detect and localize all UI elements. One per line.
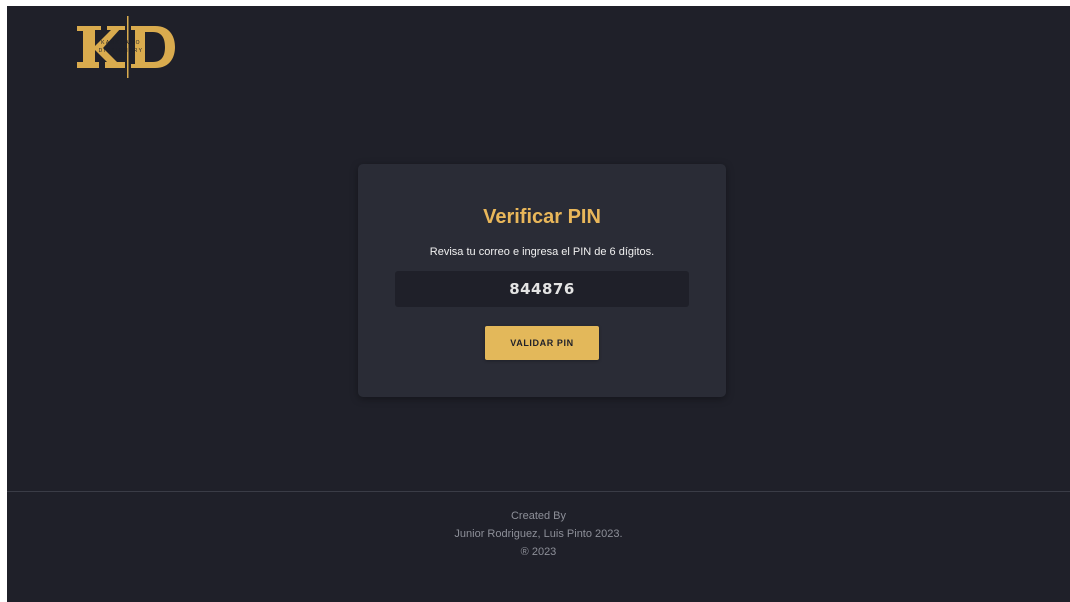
validate-pin-button[interactable]: VALIDAR PIN xyxy=(485,326,599,360)
footer-copyright: ® 2023 xyxy=(520,546,557,558)
pin-input[interactable] xyxy=(395,271,689,307)
logo-line-2: DICTIONARY xyxy=(99,48,144,54)
logo-line-1: KANKUAMO xyxy=(101,40,141,46)
app-frame: KANKUAMO DICTIONARY Verificar PIN Revisa… xyxy=(7,6,1070,602)
footer-created-by: Created By xyxy=(510,510,567,522)
page-title: Verificar PIN xyxy=(483,206,601,228)
footer-authors: Junior Rodriguez, Luis Pinto 2023. xyxy=(454,528,623,540)
verify-pin-card: Verificar PIN Revisa tu correo e ingresa… xyxy=(358,164,726,397)
kd-logo-icon[interactable]: KANKUAMO DICTIONARY xyxy=(75,16,175,78)
footer: Created By Junior Rodriguez, Luis Pinto … xyxy=(7,492,1070,602)
instruction-text: Revisa tu correo e ingresa el PIN de 6 d… xyxy=(429,246,655,258)
